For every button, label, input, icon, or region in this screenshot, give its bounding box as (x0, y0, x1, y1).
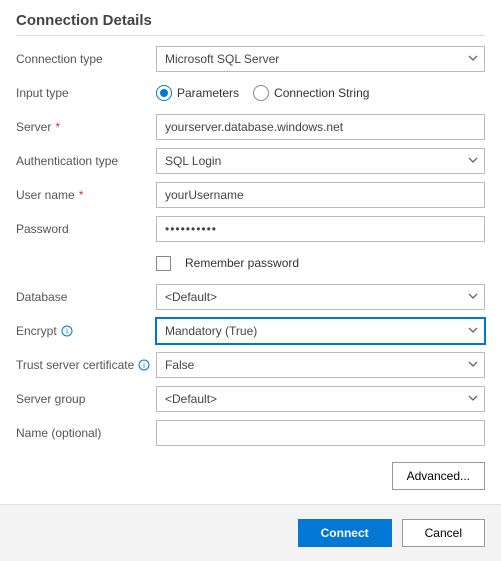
label-auth-type: Authentication type (16, 154, 156, 168)
label-remember-password: Remember password (185, 256, 299, 270)
cancel-button[interactable]: Cancel (402, 519, 485, 547)
trust-cert-select[interactable]: False (156, 352, 485, 378)
label-password: Password (16, 222, 156, 236)
label-name-optional: Name (optional) (16, 426, 156, 440)
info-icon: i (138, 359, 150, 371)
radio-dot-icon (253, 85, 269, 101)
label-database: Database (16, 290, 156, 304)
advanced-button[interactable]: Advanced... (392, 462, 485, 490)
label-input-type: Input type (16, 86, 156, 100)
page-title: Connection Details (16, 12, 485, 29)
radio-connstr-label: Connection String (274, 86, 369, 100)
divider (16, 35, 485, 36)
name-optional-input[interactable] (156, 420, 485, 446)
password-input[interactable] (156, 216, 485, 242)
label-server: Server (16, 120, 51, 134)
label-server-group: Server group (16, 392, 156, 406)
auth-type-select[interactable]: SQL Login (156, 148, 485, 174)
label-user-name: User name (16, 188, 75, 202)
required-icon: * (55, 120, 60, 134)
database-select[interactable]: <Default> (156, 284, 485, 310)
svg-text:i: i (66, 327, 68, 336)
encrypt-select[interactable]: Mandatory (True) (156, 318, 485, 344)
user-name-input[interactable] (156, 182, 485, 208)
label-encrypt: Encrypt (16, 324, 57, 338)
radio-connection-string[interactable]: Connection String (253, 85, 369, 101)
connect-button[interactable]: Connect (298, 519, 392, 547)
label-trust-cert: Trust server certificate (16, 358, 134, 372)
svg-text:i: i (143, 361, 145, 370)
label-connection-type: Connection type (16, 52, 156, 66)
radio-parameters-label: Parameters (177, 86, 239, 100)
connection-type-select[interactable]: Microsoft SQL Server (156, 46, 485, 72)
server-group-select[interactable]: <Default> (156, 386, 485, 412)
server-input[interactable] (156, 114, 485, 140)
remember-password-checkbox[interactable] (156, 256, 171, 271)
required-icon: * (79, 188, 84, 202)
bottom-bar: Connect Cancel (0, 504, 501, 561)
radio-dot-icon (156, 85, 172, 101)
info-icon: i (61, 325, 73, 337)
radio-parameters[interactable]: Parameters (156, 85, 239, 101)
